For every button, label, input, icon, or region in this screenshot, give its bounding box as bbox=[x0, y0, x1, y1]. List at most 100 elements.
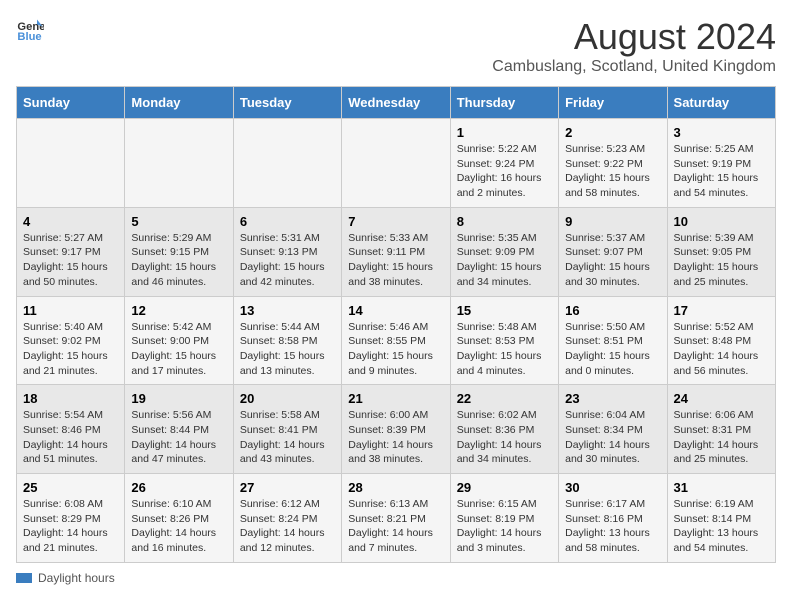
day-number: 15 bbox=[457, 303, 552, 318]
day-info: Sunrise: 5:35 AM Sunset: 9:09 PM Dayligh… bbox=[457, 231, 552, 290]
calendar-cell: 8 Sunrise: 5:35 AM Sunset: 9:09 PM Daylig… bbox=[450, 207, 558, 296]
day-info: Sunrise: 5:50 AM Sunset: 8:51 PM Dayligh… bbox=[565, 320, 660, 379]
calendar-cell bbox=[342, 119, 450, 208]
calendar-cell: 4 Sunrise: 5:27 AM Sunset: 9:17 PM Daylig… bbox=[17, 207, 125, 296]
day-number: 31 bbox=[674, 480, 769, 495]
day-header-friday: Friday bbox=[559, 87, 667, 119]
day-number: 13 bbox=[240, 303, 335, 318]
calendar-cell: 19Sunrise: 5:56 AM Sunset: 8:44 PM Dayli… bbox=[125, 385, 233, 474]
day-number: 17 bbox=[674, 303, 769, 318]
calendar-cell: 26 Sunrise: 6:10 AM Sunset: 8:26 PM Dayli… bbox=[125, 474, 233, 563]
header: General Blue August 2024 Cambuslang, Sco… bbox=[16, 16, 776, 76]
day-info: Sunrise: 6:02 AM Sunset: 8:36 PM Dayligh… bbox=[457, 408, 552, 467]
day-number: 21 bbox=[348, 391, 443, 406]
day-info: Sunrise: 5:44 AM Sunset: 8:58 PM Dayligh… bbox=[240, 320, 335, 379]
day-number: 14 bbox=[348, 303, 443, 318]
day-number: 28 bbox=[348, 480, 443, 495]
day-info: Sunrise: 5:31 AM Sunset: 9:13 PM Dayligh… bbox=[240, 231, 335, 290]
page-subtitle: Cambuslang, Scotland, United Kingdom bbox=[492, 58, 776, 76]
day-header-wednesday: Wednesday bbox=[342, 87, 450, 119]
calendar-cell: 13 Sunrise: 5:44 AM Sunset: 8:58 PM Dayli… bbox=[233, 296, 341, 385]
day-number: 12 bbox=[131, 303, 226, 318]
day-info: Sunrise: 6:08 AM Sunset: 8:29 PM Dayligh… bbox=[23, 497, 118, 556]
calendar-cell: 20 Sunrise: 5:58 AM Sunset: 8:41 PM Dayli… bbox=[233, 385, 341, 474]
day-info: Sunrise: 5:33 AM Sunset: 9:11 PM Dayligh… bbox=[348, 231, 443, 290]
calendar-table: SundayMondayTuesdayWednesdayThursdayFrid… bbox=[16, 86, 776, 563]
day-number: 19 bbox=[131, 391, 226, 406]
day-info: Sunrise: 5:54 AM Sunset: 8:46 PM Dayligh… bbox=[23, 408, 118, 467]
day-header-tuesday: Tuesday bbox=[233, 87, 341, 119]
day-info: Sunrise: 5:27 AM Sunset: 9:17 PM Dayligh… bbox=[23, 231, 118, 290]
calendar-cell: 28 Sunrise: 6:13 AM Sunset: 8:21 PM Dayli… bbox=[342, 474, 450, 563]
calendar-cell: 9Sunrise: 5:37 AM Sunset: 9:07 PM Daylig… bbox=[559, 207, 667, 296]
day-number: 2 bbox=[565, 125, 660, 140]
day-info: Sunrise: 6:19 AM Sunset: 8:14 PM Dayligh… bbox=[674, 497, 769, 556]
day-info: Sunrise: 5:29 AM Sunset: 9:15 PM Dayligh… bbox=[131, 231, 226, 290]
calendar-cell: 25 Sunrise: 6:08 AM Sunset: 8:29 PM Dayli… bbox=[17, 474, 125, 563]
day-number: 20 bbox=[240, 391, 335, 406]
calendar-cell: 31 Sunrise: 6:19 AM Sunset: 8:14 PM Dayli… bbox=[667, 474, 775, 563]
day-number: 25 bbox=[23, 480, 118, 495]
day-info: Sunrise: 5:48 AM Sunset: 8:53 PM Dayligh… bbox=[457, 320, 552, 379]
calendar-cell: 1Sunrise: 5:22 AM Sunset: 9:24 PM Daylig… bbox=[450, 119, 558, 208]
calendar-cell: 27 Sunrise: 6:12 AM Sunset: 8:24 PM Dayli… bbox=[233, 474, 341, 563]
day-number: 10 bbox=[674, 214, 769, 229]
day-number: 22 bbox=[457, 391, 552, 406]
calendar-cell: 17 Sunrise: 5:52 AM Sunset: 8:48 PM Dayli… bbox=[667, 296, 775, 385]
calendar-week-2: 4 Sunrise: 5:27 AM Sunset: 9:17 PM Daylig… bbox=[17, 207, 776, 296]
day-number: 4 bbox=[23, 214, 118, 229]
calendar-cell: 3 Sunrise: 5:25 AM Sunset: 9:19 PM Daylig… bbox=[667, 119, 775, 208]
calendar-cell: 12 Sunrise: 5:42 AM Sunset: 9:00 PM Dayli… bbox=[125, 296, 233, 385]
legend: Daylight hours bbox=[16, 571, 776, 585]
logo-icon: General Blue bbox=[16, 16, 44, 44]
day-info: Sunrise: 5:23 AM Sunset: 9:22 PM Dayligh… bbox=[565, 142, 660, 201]
day-number: 26 bbox=[131, 480, 226, 495]
calendar-week-5: 25 Sunrise: 6:08 AM Sunset: 8:29 PM Dayli… bbox=[17, 474, 776, 563]
header-row: SundayMondayTuesdayWednesdayThursdayFrid… bbox=[17, 87, 776, 119]
day-number: 18 bbox=[23, 391, 118, 406]
day-number: 11 bbox=[23, 303, 118, 318]
calendar-week-3: 11 Sunrise: 5:40 AM Sunset: 9:02 PM Dayli… bbox=[17, 296, 776, 385]
calendar-cell: 18 Sunrise: 5:54 AM Sunset: 8:46 PM Dayli… bbox=[17, 385, 125, 474]
day-number: 16 bbox=[565, 303, 660, 318]
day-info: Sunrise: 5:39 AM Sunset: 9:05 PM Dayligh… bbox=[674, 231, 769, 290]
day-info: Sunrise: 5:37 AM Sunset: 9:07 PM Dayligh… bbox=[565, 231, 660, 290]
day-number: 30 bbox=[565, 480, 660, 495]
day-number: 3 bbox=[674, 125, 769, 140]
calendar-cell: 5 Sunrise: 5:29 AM Sunset: 9:15 PM Daylig… bbox=[125, 207, 233, 296]
calendar-cell: 7Sunrise: 5:33 AM Sunset: 9:11 PM Daylig… bbox=[342, 207, 450, 296]
day-number: 24 bbox=[674, 391, 769, 406]
day-info: Sunrise: 6:12 AM Sunset: 8:24 PM Dayligh… bbox=[240, 497, 335, 556]
day-number: 29 bbox=[457, 480, 552, 495]
logo: General Blue bbox=[16, 16, 44, 44]
day-header-thursday: Thursday bbox=[450, 87, 558, 119]
legend-label: Daylight hours bbox=[38, 571, 115, 585]
calendar-cell: 6 Sunrise: 5:31 AM Sunset: 9:13 PM Daylig… bbox=[233, 207, 341, 296]
day-info: Sunrise: 5:42 AM Sunset: 9:00 PM Dayligh… bbox=[131, 320, 226, 379]
day-info: Sunrise: 6:04 AM Sunset: 8:34 PM Dayligh… bbox=[565, 408, 660, 467]
day-info: Sunrise: 5:25 AM Sunset: 9:19 PM Dayligh… bbox=[674, 142, 769, 201]
day-number: 6 bbox=[240, 214, 335, 229]
day-info: Sunrise: 6:17 AM Sunset: 8:16 PM Dayligh… bbox=[565, 497, 660, 556]
legend-color-box bbox=[16, 573, 32, 583]
day-info: Sunrise: 5:58 AM Sunset: 8:41 PM Dayligh… bbox=[240, 408, 335, 467]
day-number: 8 bbox=[457, 214, 552, 229]
day-number: 27 bbox=[240, 480, 335, 495]
page-title: August 2024 bbox=[492, 16, 776, 58]
day-info: Sunrise: 5:46 AM Sunset: 8:55 PM Dayligh… bbox=[348, 320, 443, 379]
calendar-cell: 24Sunrise: 6:06 AM Sunset: 8:31 PM Dayli… bbox=[667, 385, 775, 474]
day-info: Sunrise: 6:10 AM Sunset: 8:26 PM Dayligh… bbox=[131, 497, 226, 556]
day-info: Sunrise: 5:40 AM Sunset: 9:02 PM Dayligh… bbox=[23, 320, 118, 379]
day-info: Sunrise: 6:00 AM Sunset: 8:39 PM Dayligh… bbox=[348, 408, 443, 467]
day-info: Sunrise: 5:22 AM Sunset: 9:24 PM Dayligh… bbox=[457, 142, 552, 201]
calendar-cell: 23 Sunrise: 6:04 AM Sunset: 8:34 PM Dayli… bbox=[559, 385, 667, 474]
day-header-sunday: Sunday bbox=[17, 87, 125, 119]
calendar-cell: 22 Sunrise: 6:02 AM Sunset: 8:36 PM Dayli… bbox=[450, 385, 558, 474]
calendar-week-4: 18 Sunrise: 5:54 AM Sunset: 8:46 PM Dayli… bbox=[17, 385, 776, 474]
day-number: 5 bbox=[131, 214, 226, 229]
day-info: Sunrise: 6:13 AM Sunset: 8:21 PM Dayligh… bbox=[348, 497, 443, 556]
day-number: 23 bbox=[565, 391, 660, 406]
calendar-cell bbox=[125, 119, 233, 208]
day-info: Sunrise: 5:52 AM Sunset: 8:48 PM Dayligh… bbox=[674, 320, 769, 379]
day-header-saturday: Saturday bbox=[667, 87, 775, 119]
